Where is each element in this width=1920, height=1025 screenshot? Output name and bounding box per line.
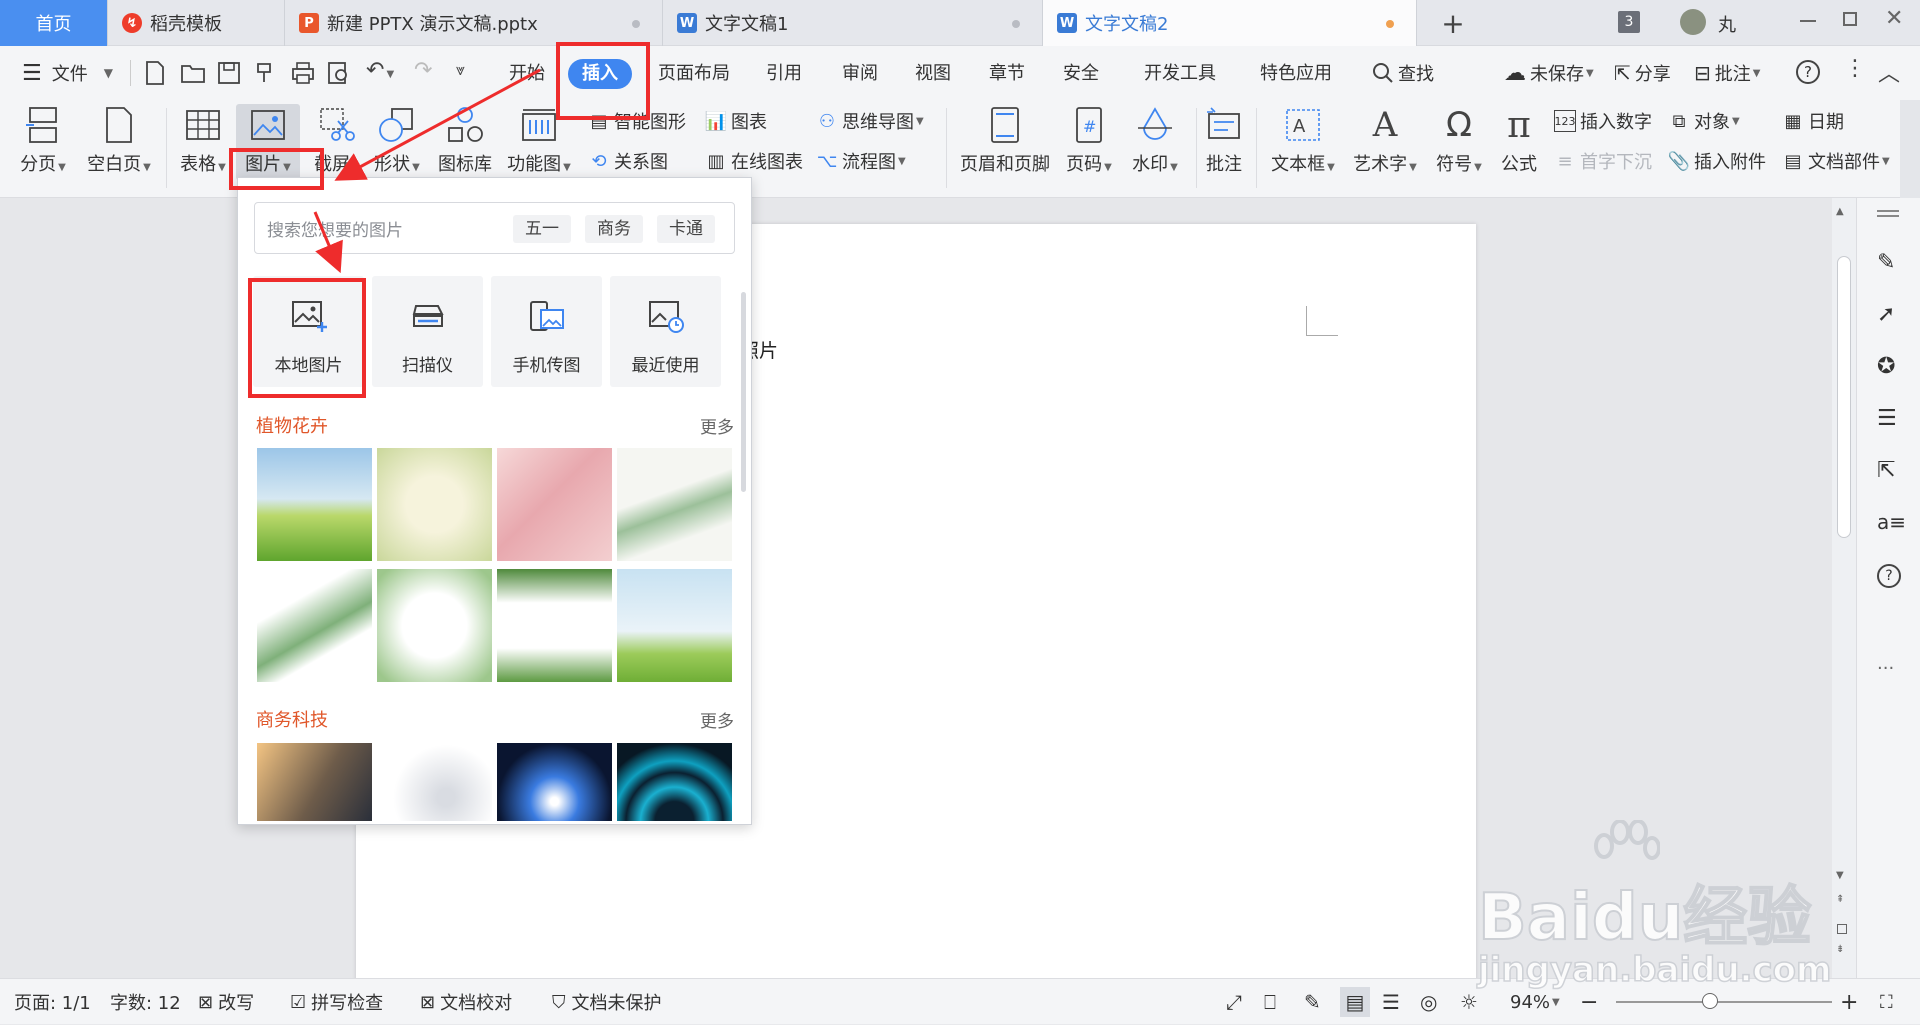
baidu-watermark: Baidu经验 jingyan.baidu.com bbox=[1477, 820, 1832, 1020]
watermark-url: jingyan.baidu.com bbox=[1477, 949, 1832, 991]
watermark-brand: Baidu经验 bbox=[1477, 880, 1812, 956]
arrow-to-local-picture bbox=[313, 211, 343, 274]
arrow-to-picture bbox=[334, 68, 541, 181]
